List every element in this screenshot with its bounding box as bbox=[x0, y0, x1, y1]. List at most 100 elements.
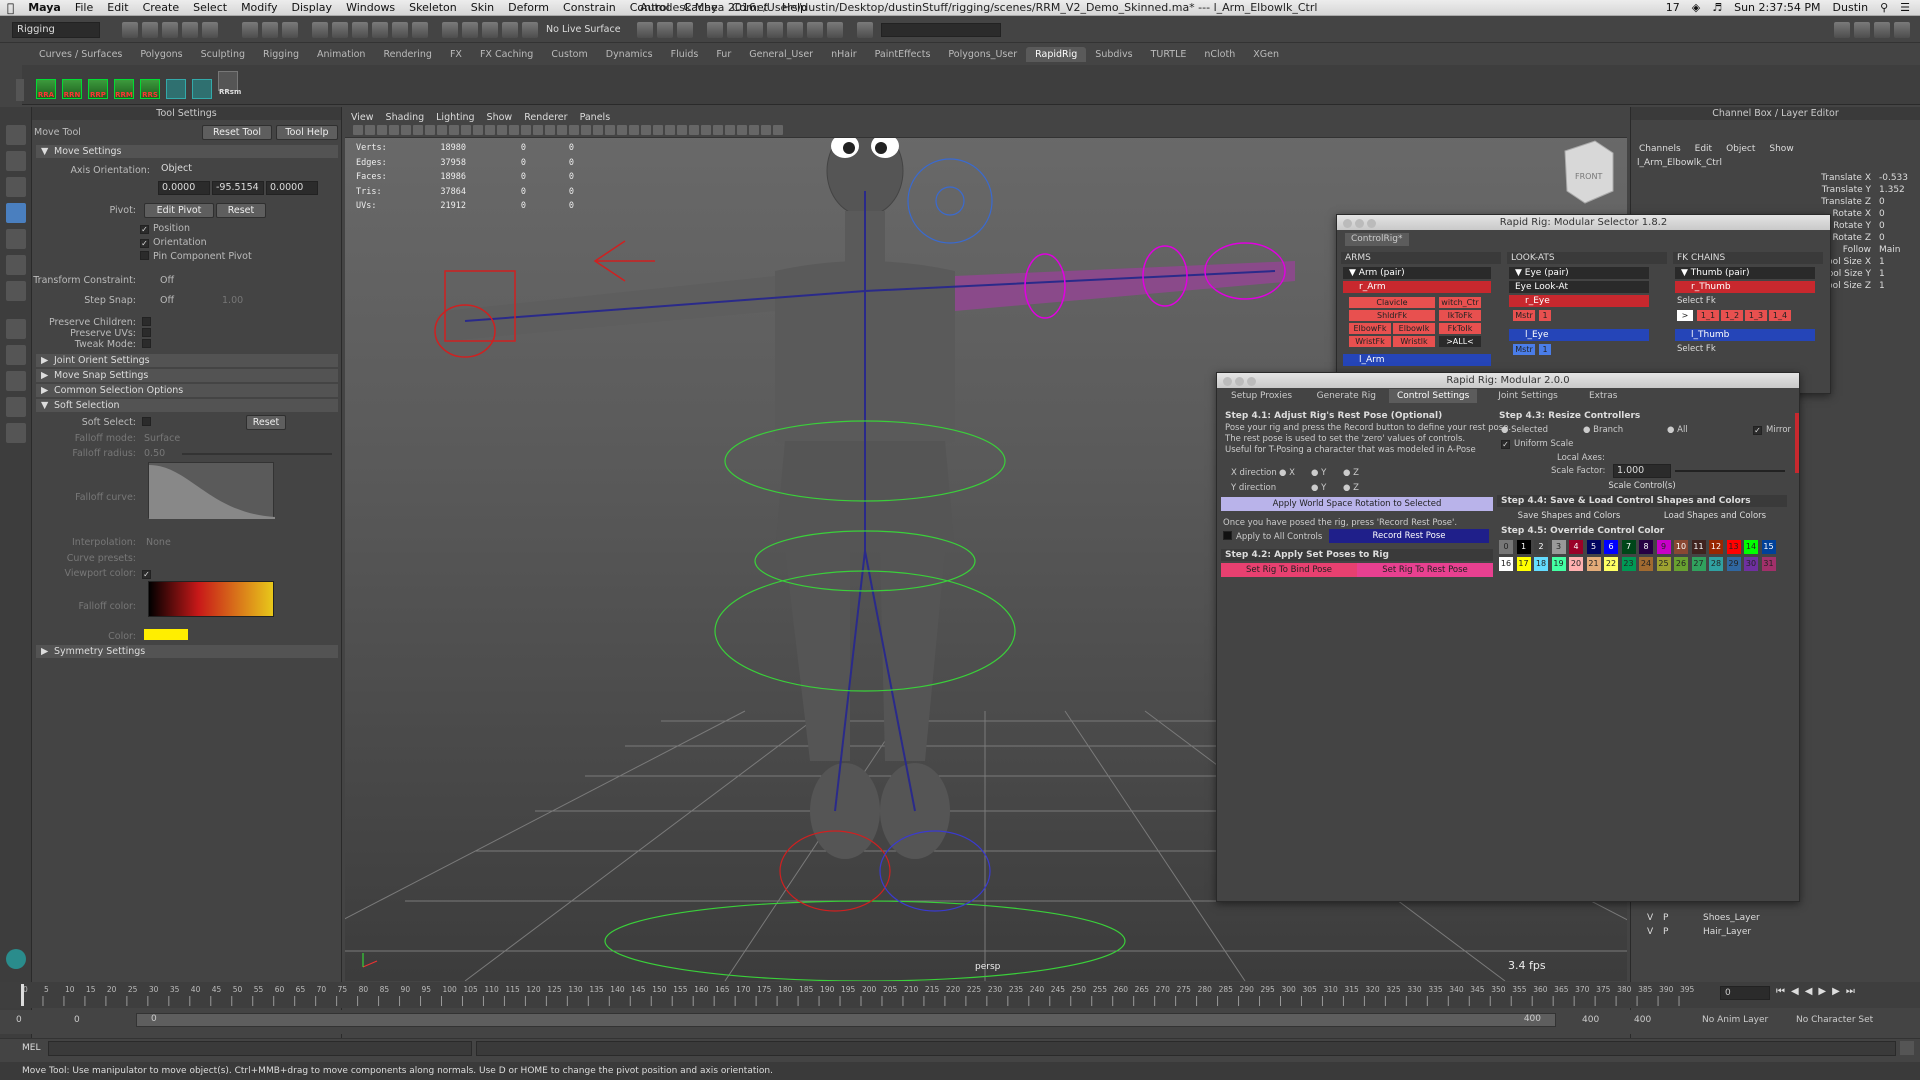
apply-all-checkbox[interactable]: Apply to All Controls bbox=[1223, 531, 1322, 543]
shelf-tab-nhair[interactable]: nHair bbox=[822, 47, 866, 62]
list-icon[interactable]: ☰ bbox=[1900, 1, 1910, 14]
current-time-indicator[interactable] bbox=[21, 984, 24, 1006]
layout-hypershade-icon[interactable] bbox=[6, 423, 26, 443]
l-thumb-select-fk-dropdown[interactable]: Select Fk bbox=[1677, 344, 1716, 354]
color-swatch-5[interactable]: 5 bbox=[1586, 540, 1601, 554]
search-icon[interactable]: ⚲ bbox=[1880, 1, 1888, 14]
menu-create[interactable]: Create bbox=[136, 1, 187, 14]
viewport-tool-icon[interactable] bbox=[365, 125, 375, 135]
hypershade-icon[interactable] bbox=[766, 21, 783, 38]
color-swatch-8[interactable]: 8 bbox=[1639, 540, 1653, 554]
shelf-rra-icon[interactable]: RRA bbox=[36, 79, 56, 99]
shelf-util-icon[interactable] bbox=[192, 79, 212, 99]
color-swatch-13[interactable]: 13 bbox=[1726, 540, 1741, 554]
symmetry-section[interactable]: ▶ Symmetry Settings bbox=[36, 645, 338, 658]
falloff-radius-field[interactable]: 0.50 bbox=[144, 448, 165, 459]
transform-constraint-dropdown[interactable]: Off bbox=[160, 275, 174, 286]
shelf-tab-ncloth[interactable]: nCloth bbox=[1195, 47, 1244, 62]
mask-icon[interactable] bbox=[312, 21, 328, 38]
soft-select-checkbox[interactable] bbox=[142, 417, 155, 428]
color-swatch-0[interactable]: 0 bbox=[1499, 540, 1513, 554]
command-input[interactable] bbox=[48, 1041, 472, 1056]
shelf-tab-rapidrig[interactable]: RapidRig bbox=[1026, 46, 1087, 62]
menu-skin[interactable]: Skin bbox=[464, 1, 501, 14]
tab-setup-proxies[interactable]: Setup Proxies bbox=[1223, 389, 1300, 403]
menu-skeleton[interactable]: Skeleton bbox=[402, 1, 464, 14]
channel-attr-value[interactable]: 1 bbox=[1879, 257, 1885, 267]
viewport-color-checkbox[interactable]: ✓ bbox=[142, 568, 155, 579]
tool-help-button[interactable]: Tool Help bbox=[276, 125, 338, 140]
go-end-icon[interactable]: ⏭ bbox=[1846, 986, 1855, 997]
viewport-menu-renderer[interactable]: Renderer bbox=[518, 112, 573, 123]
viewport-tool-icon[interactable] bbox=[449, 125, 459, 135]
globe-icon[interactable] bbox=[826, 21, 843, 38]
viewport-menu-lighting[interactable]: Lighting bbox=[430, 112, 480, 123]
shldrfk-button[interactable]: ShldrFk bbox=[1349, 310, 1435, 321]
thumb-1-2-button[interactable]: 1_2 bbox=[1721, 310, 1743, 321]
viewport-tool-icon[interactable] bbox=[353, 125, 363, 135]
play-forward-icon[interactable]: ▶ bbox=[1818, 986, 1826, 997]
shelf-tab-painteffects[interactable]: PaintEffects bbox=[866, 47, 940, 62]
scale-controls-button[interactable]: Scale Control(s) bbox=[1497, 480, 1787, 493]
color-swatch-2[interactable]: 2 bbox=[1534, 540, 1548, 554]
color-swatch-23[interactable]: 23 bbox=[1621, 557, 1636, 571]
modular-title-bar[interactable]: Rapid Rig: Modular 2.0.0 bbox=[1217, 373, 1799, 388]
channel-attr-name[interactable]: Translate Z bbox=[1821, 197, 1871, 207]
falloff-curve-graph[interactable] bbox=[148, 462, 275, 519]
time-slider[interactable]: 0 5 10 15 20 25 30 35 40 45 50 55 60 65 70 75 80 85 90 95 10… bbox=[0, 982, 1920, 1008]
snap-curve-icon[interactable] bbox=[462, 21, 478, 38]
viewport-tool-icon[interactable] bbox=[509, 125, 519, 135]
set-rest-pose-button[interactable]: Set Rig To Rest Pose bbox=[1357, 563, 1493, 577]
color-swatch-12[interactable]: 12 bbox=[1709, 540, 1723, 554]
app-menu[interactable]: Maya bbox=[21, 1, 68, 14]
x-direction-z-radio[interactable]: ● Z bbox=[1343, 468, 1359, 479]
viewport-tool-icon[interactable] bbox=[677, 125, 687, 135]
menu-select[interactable]: Select bbox=[186, 1, 234, 14]
render-icon[interactable] bbox=[706, 21, 723, 38]
layout-persp-graph-icon[interactable] bbox=[6, 397, 26, 417]
interpolation-dropdown[interactable]: None bbox=[146, 537, 171, 548]
record-rest-pose-button[interactable]: Record Rest Pose bbox=[1329, 529, 1489, 543]
channel-menu-show[interactable]: Show bbox=[1769, 144, 1793, 154]
viewport-tool-icon[interactable] bbox=[749, 125, 759, 135]
viewport-tool-icon[interactable] bbox=[737, 125, 747, 135]
shelf-tab-fluids[interactable]: Fluids bbox=[662, 47, 708, 62]
shelf-tab-xgen[interactable]: XGen bbox=[1244, 47, 1288, 62]
joint-orient-section[interactable]: ▶ Joint Orient Settings bbox=[36, 354, 338, 367]
viewport-tool-icon[interactable] bbox=[665, 125, 675, 135]
lasso-tool-icon[interactable] bbox=[6, 151, 26, 171]
x-direction-x-radio[interactable]: ● X bbox=[1279, 468, 1295, 479]
range-bar[interactable]: 0 400 bbox=[136, 1013, 1556, 1027]
apply-world-rotation-button[interactable]: Apply World Space Rotation to Selected bbox=[1221, 497, 1493, 511]
viewport-tool-icon[interactable] bbox=[533, 125, 543, 135]
arm-pair-row[interactable]: ▼ Arm (pair) bbox=[1343, 267, 1491, 279]
playback-end-field[interactable]: 400 bbox=[1582, 1015, 1599, 1025]
layout-single-icon[interactable] bbox=[6, 319, 26, 339]
shelf-rrm-icon[interactable]: RRM bbox=[114, 79, 134, 99]
viewport-tool-icon[interactable] bbox=[725, 125, 735, 135]
color-swatch-30[interactable]: 30 bbox=[1744, 557, 1758, 571]
axis-z-field[interactable]: 0.0000 bbox=[266, 181, 318, 195]
menu-file[interactable]: File bbox=[68, 1, 100, 14]
channel-menu-object[interactable]: Object bbox=[1726, 144, 1755, 154]
range-end-field[interactable]: 400 bbox=[1634, 1015, 1651, 1025]
color-swatch-7[interactable]: 7 bbox=[1621, 540, 1636, 554]
new-scene-icon[interactable] bbox=[122, 21, 138, 38]
selected-radio[interactable]: ● Selected bbox=[1501, 425, 1548, 436]
color-swatch-25[interactable]: 25 bbox=[1656, 557, 1671, 571]
script-editor-icon[interactable] bbox=[1900, 1041, 1914, 1055]
color-swatch-1[interactable]: 1 bbox=[1516, 540, 1531, 554]
menu-deform[interactable]: Deform bbox=[501, 1, 556, 14]
orientation-checkbox[interactable]: ✓ Orientation bbox=[140, 237, 207, 248]
shelf-tab-general-user[interactable]: General_User bbox=[740, 47, 822, 62]
scale-tool-icon[interactable] bbox=[6, 255, 26, 275]
snap-surface-icon[interactable] bbox=[522, 21, 538, 38]
color-swatch-31[interactable]: 31 bbox=[1761, 557, 1776, 571]
color-swatch-17[interactable]: 17 bbox=[1516, 557, 1531, 571]
viewport-tool-icon[interactable] bbox=[389, 125, 399, 135]
thumb-1-1-button[interactable]: 1_1 bbox=[1697, 310, 1719, 321]
viewport-menu-shading[interactable]: Shading bbox=[380, 112, 431, 123]
channel-attr-value[interactable]: 1 bbox=[1879, 281, 1885, 291]
shelf-rrsm-icon[interactable]: RRsm bbox=[218, 71, 241, 96]
channel-attr-value[interactable]: 0 bbox=[1879, 233, 1885, 243]
